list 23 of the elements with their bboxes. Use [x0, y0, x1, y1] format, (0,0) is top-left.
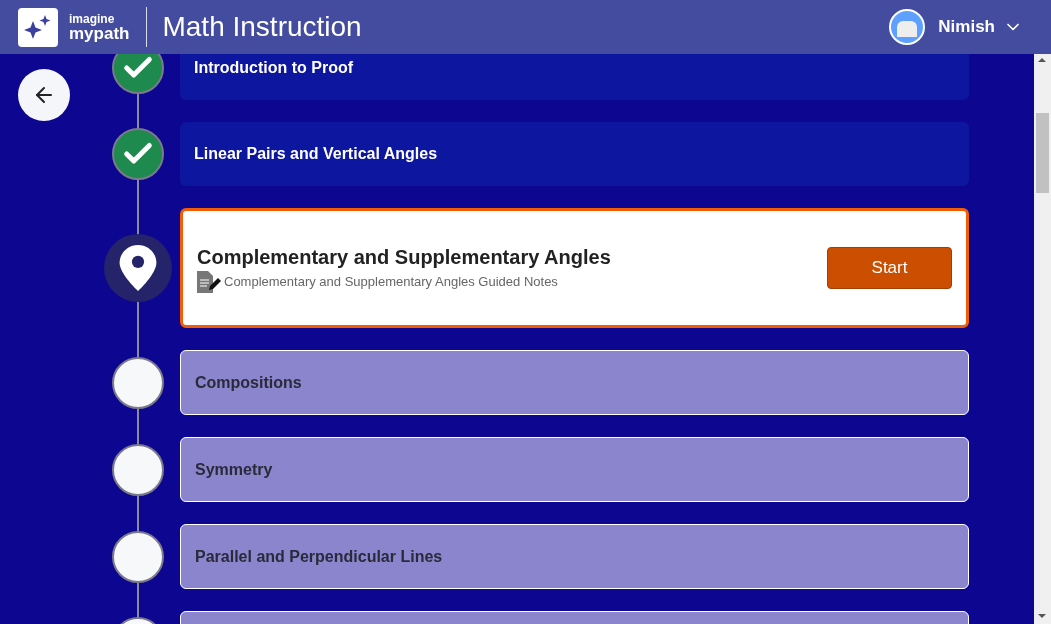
lesson-card[interactable]: Parallel and Perpendicular Lines — [180, 524, 969, 589]
completed-check-icon — [112, 54, 164, 94]
avatar-icon — [889, 9, 926, 45]
start-button[interactable]: Start — [827, 247, 952, 289]
user-menu-button[interactable]: Nimish — [938, 14, 1023, 40]
logo-text: mypath — [69, 24, 130, 42]
lesson-card[interactable]: Compositions — [180, 350, 969, 415]
lesson-title: Introduction to Proof — [194, 58, 354, 78]
notes-edit-icon — [197, 271, 223, 293]
lesson-title: Symmetry — [195, 459, 273, 480]
lesson-card[interactable]: Linear Pairs and Vertical Angles — [180, 122, 969, 186]
back-button[interactable] — [18, 69, 70, 121]
lesson-title: Parallel and Perpendicular Lines — [195, 546, 443, 567]
lesson-card[interactable]: Symmetry — [180, 437, 969, 502]
sparkle-icon — [24, 15, 52, 39]
lesson-title: Complementary and Supplementary Angles — [197, 245, 611, 270]
guided-notes-link[interactable]: Complementary and Supplementary Angles Guided Notes — [224, 272, 558, 292]
lesson-card[interactable]: Introduction to Proof — [180, 54, 969, 100]
completed-check-icon — [112, 128, 164, 180]
lesson-title: Compositions — [195, 372, 302, 393]
logo-text-small: imagine — [69, 12, 115, 25]
lesson-title: Linear Pairs and Vertical Angles — [194, 144, 438, 164]
page-title: Math Instruction — [162, 10, 362, 44]
